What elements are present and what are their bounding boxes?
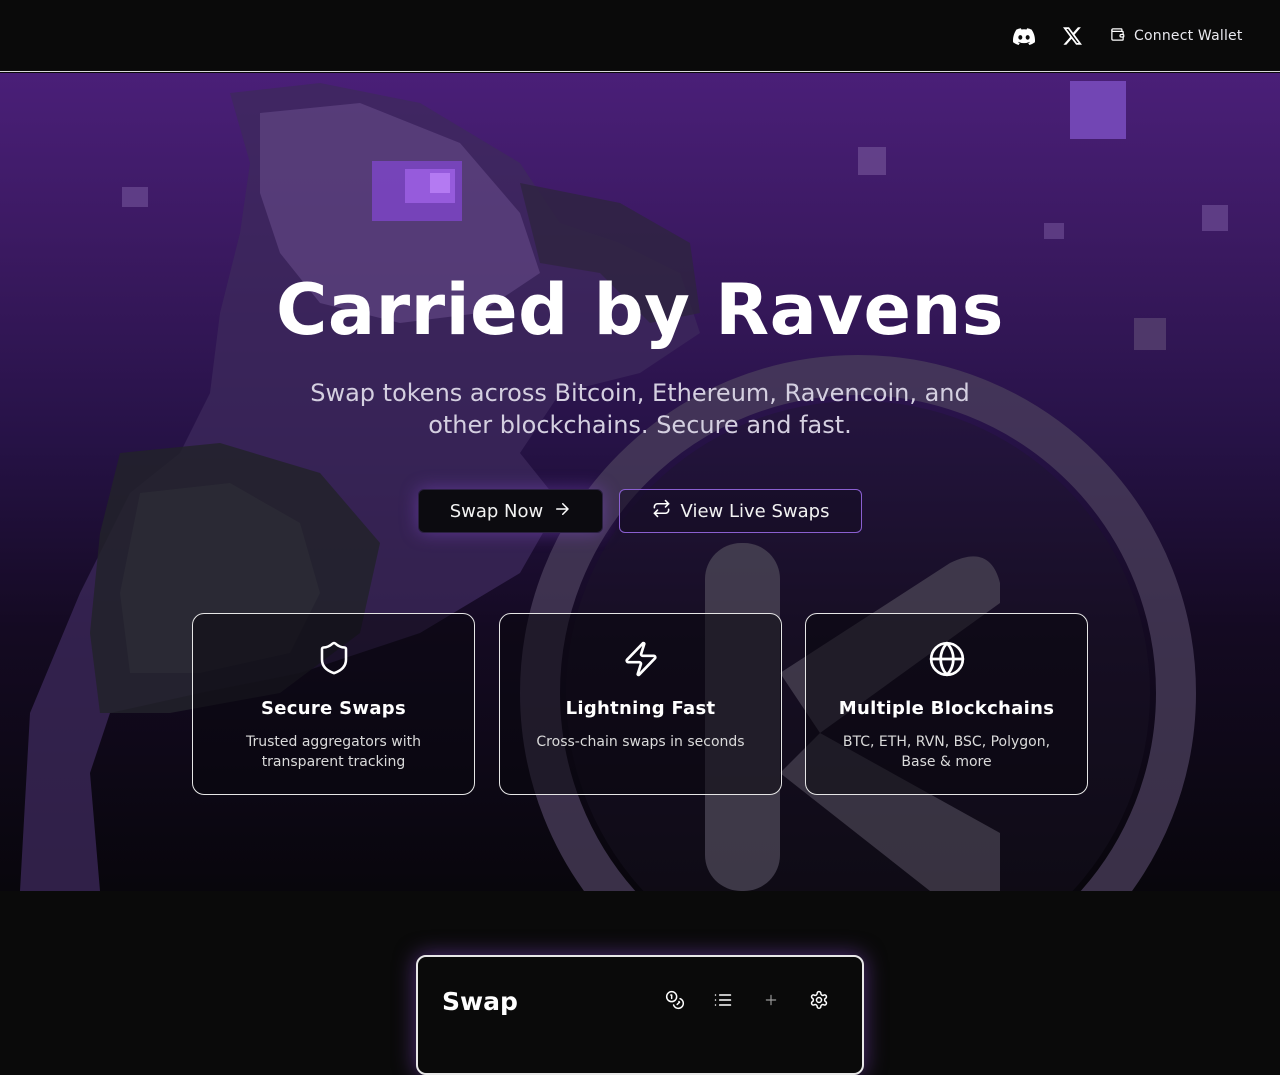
coins-icon[interactable] (664, 989, 686, 1011)
arrow-right-icon (553, 500, 571, 523)
connect-wallet-label: Connect Wallet (1134, 28, 1243, 44)
view-live-swaps-label: View Live Swaps (680, 500, 830, 522)
view-live-swaps-button[interactable]: View Live Swaps (619, 489, 862, 533)
feature-title: Multiple Blockchains (838, 698, 1055, 719)
x-logo-icon[interactable] (1060, 24, 1084, 48)
swap-panel: Swap (416, 955, 864, 1075)
discord-icon[interactable] (1012, 24, 1036, 48)
feature-title: Secure Swaps (261, 698, 406, 719)
hero-title: Carried by Ravens (276, 269, 1004, 351)
feature-desc: Cross-chain swaps in seconds (536, 734, 745, 750)
hero-subtitle: Swap tokens across Bitcoin, Ethereum, Ra… (310, 379, 970, 439)
list-icon[interactable] (712, 989, 734, 1011)
top-header: Connect Wallet (0, 0, 1280, 72)
gear-icon[interactable] (808, 989, 830, 1011)
feature-card-fast: Lightning Fast Cross-chain swaps in seco… (499, 613, 782, 795)
swap-now-label: Swap Now (449, 500, 544, 522)
swap-now-button[interactable]: Swap Now (418, 489, 603, 533)
feature-desc: Trusted aggregators with transparent tra… (246, 734, 421, 770)
feature-title: Lightning Fast (565, 698, 716, 719)
feature-card-chains: Multiple Blockchains BTC, ETH, RVN, BSC,… (805, 613, 1088, 795)
lightning-icon (500, 640, 781, 678)
repeat-icon (652, 499, 671, 523)
swap-panel-title: Swap (442, 987, 518, 1016)
shield-icon (193, 640, 474, 676)
hero-section: Carried by Ravens Swap tokens across Bit… (0, 73, 1280, 891)
plus-icon[interactable] (760, 989, 782, 1011)
feature-desc: BTC, ETH, RVN, BSC, Polygon, Base & more (842, 734, 1051, 770)
feature-card-secure: Secure Swaps Trusted aggregators with tr… (192, 613, 475, 795)
connect-wallet-button[interactable]: Connect Wallet (1110, 22, 1243, 50)
wallet-icon (1110, 27, 1125, 46)
globe-icon (806, 640, 1087, 678)
